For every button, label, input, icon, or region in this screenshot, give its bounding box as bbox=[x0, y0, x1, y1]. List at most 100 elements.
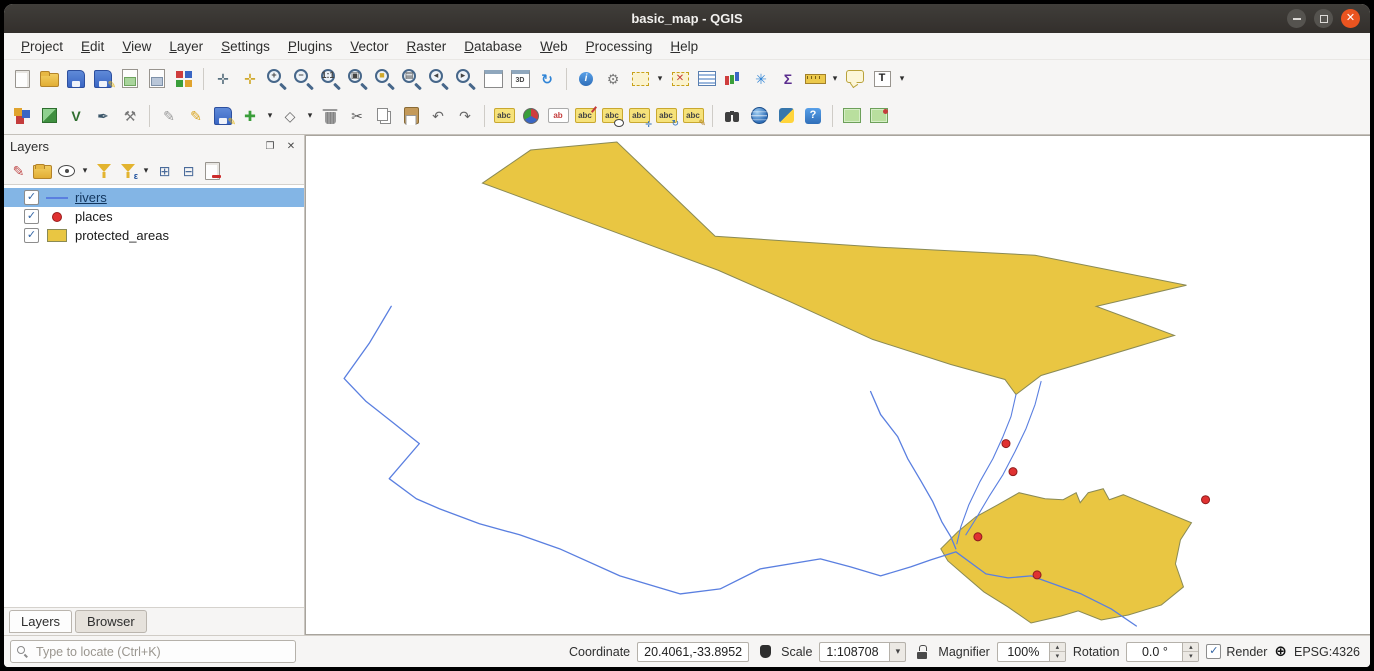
crs-status[interactable]: EPSG:4326 bbox=[1294, 645, 1360, 659]
map-tips-icon[interactable] bbox=[842, 66, 868, 92]
render-checkbox[interactable] bbox=[1206, 644, 1221, 659]
expand-all-icon[interactable]: ⊞ bbox=[153, 159, 176, 182]
data-source-manager-icon[interactable] bbox=[9, 103, 35, 129]
run-feature-action-icon[interactable]: ⚙ bbox=[600, 66, 626, 92]
paste-features-icon[interactable] bbox=[398, 103, 424, 129]
current-edits-icon[interactable]: ✎ bbox=[156, 103, 182, 129]
scale-lock-icon[interactable] bbox=[913, 642, 931, 662]
measure-dropdown[interactable] bbox=[829, 66, 841, 92]
zoom-native-icon[interactable]: 1:1 bbox=[318, 66, 344, 92]
statistical-summary-icon[interactable]: Σ bbox=[775, 66, 801, 92]
new-3d-map-view-icon[interactable]: 3D bbox=[507, 66, 533, 92]
layer-checkbox[interactable] bbox=[24, 228, 39, 243]
render-toggle[interactable]: Render bbox=[1206, 644, 1267, 659]
zoom-in-icon[interactable]: + bbox=[264, 66, 290, 92]
menu-item[interactable]: Database bbox=[455, 35, 531, 58]
locator-input[interactable] bbox=[34, 644, 289, 660]
magnifier-spinbox[interactable] bbox=[997, 642, 1066, 662]
new-spatialite-layer-icon[interactable]: ✒ bbox=[90, 103, 116, 129]
copy-features-icon[interactable] bbox=[371, 103, 397, 129]
layer-labeling-icon[interactable]: abc bbox=[491, 103, 517, 129]
redo-icon[interactable]: ↷ bbox=[452, 103, 478, 129]
identify-features-icon[interactable]: i bbox=[573, 66, 599, 92]
pan-to-selection-icon[interactable]: ✛ bbox=[237, 66, 263, 92]
locator-bar[interactable] bbox=[10, 640, 296, 663]
save-project-icon[interactable] bbox=[63, 66, 89, 92]
save-layer-edits-icon[interactable]: ✎ bbox=[210, 103, 236, 129]
minimize-button[interactable] bbox=[1287, 9, 1306, 28]
save-project-as-icon[interactable]: ✎ bbox=[90, 66, 116, 92]
manage-map-themes-icon[interactable] bbox=[55, 159, 78, 182]
highlight-labels-icon[interactable]: ab bbox=[545, 103, 571, 129]
show-hide-labels-icon[interactable]: abc bbox=[599, 103, 625, 129]
new-print-layout-icon[interactable] bbox=[117, 66, 143, 92]
green-map-plugin-icon[interactable] bbox=[839, 103, 865, 129]
menu-item[interactable]: Processing bbox=[577, 35, 662, 58]
toggle-editing-icon[interactable]: ✎ bbox=[183, 103, 209, 129]
help-contents-icon[interactable]: ? bbox=[800, 103, 826, 129]
add-group-icon[interactable] bbox=[31, 159, 54, 182]
open-attribute-table-icon[interactable] bbox=[694, 66, 720, 92]
tab-layers[interactable]: Layers bbox=[9, 610, 72, 633]
new-geopackage-layer-icon[interactable] bbox=[36, 103, 62, 129]
python-console-icon[interactable] bbox=[773, 103, 799, 129]
menu-item[interactable]: Plugins bbox=[279, 35, 341, 58]
change-label-icon[interactable]: abc bbox=[680, 103, 706, 129]
filter-expression-dropdown[interactable] bbox=[140, 158, 152, 184]
select-features-dropdown[interactable] bbox=[654, 66, 666, 92]
zoom-next-icon[interactable]: ▸ bbox=[453, 66, 479, 92]
open-project-icon[interactable] bbox=[36, 66, 62, 92]
menu-item[interactable]: Settings bbox=[212, 35, 279, 58]
binoculars-icon[interactable] bbox=[719, 103, 745, 129]
zoom-last-icon[interactable]: ◂ bbox=[426, 66, 452, 92]
new-virtual-layer-icon[interactable]: ⚒ bbox=[117, 103, 143, 129]
new-shapefile-layer-icon[interactable]: V bbox=[63, 103, 89, 129]
menu-item[interactable]: Layer bbox=[160, 35, 212, 58]
style-manager-icon[interactable] bbox=[171, 66, 197, 92]
layer-item-protected-areas[interactable]: protected_areas bbox=[4, 226, 304, 245]
close-panel-icon[interactable] bbox=[284, 141, 298, 152]
layout-manager-icon[interactable] bbox=[144, 66, 170, 92]
tab-browser[interactable]: Browser bbox=[75, 610, 147, 633]
magnifier-input[interactable] bbox=[997, 642, 1049, 662]
scale-dropdown-icon[interactable] bbox=[889, 642, 906, 662]
move-label-icon[interactable]: abc bbox=[626, 103, 652, 129]
zoom-out-icon[interactable]: − bbox=[291, 66, 317, 92]
float-panel-icon[interactable] bbox=[263, 141, 277, 152]
select-features-icon[interactable] bbox=[627, 66, 653, 92]
pan-map-icon[interactable]: ✛ bbox=[210, 66, 236, 92]
menu-item[interactable]: Edit bbox=[72, 35, 113, 58]
close-button[interactable] bbox=[1341, 9, 1360, 28]
menu-item[interactable]: Project bbox=[12, 35, 72, 58]
options-icon[interactable]: ✳ bbox=[748, 66, 774, 92]
spinner-arrows-icon[interactable] bbox=[1182, 642, 1199, 662]
zoom-full-icon[interactable]: ▣ bbox=[345, 66, 371, 92]
add-feature-dropdown[interactable] bbox=[264, 103, 276, 129]
rotate-label-icon[interactable]: abc bbox=[653, 103, 679, 129]
new-project-icon[interactable] bbox=[9, 66, 35, 92]
filter-legend-icon[interactable] bbox=[92, 159, 115, 182]
refresh-icon[interactable]: ↻ bbox=[534, 66, 560, 92]
deselect-features-icon[interactable]: ✕ bbox=[667, 66, 693, 92]
red-map-plugin-icon[interactable] bbox=[866, 103, 892, 129]
annotation-dropdown[interactable] bbox=[896, 66, 908, 92]
layer-item-places[interactable]: places bbox=[4, 207, 304, 226]
text-annotation-icon[interactable]: T bbox=[869, 66, 895, 92]
scale-input[interactable] bbox=[819, 642, 889, 662]
menu-item[interactable]: Web bbox=[531, 35, 577, 58]
map-themes-dropdown[interactable] bbox=[79, 158, 91, 184]
title-bar[interactable]: basic_map - QGIS bbox=[4, 4, 1370, 33]
coordinate-input[interactable] bbox=[637, 642, 749, 662]
field-calculator-icon[interactable] bbox=[721, 66, 747, 92]
zoom-to-selection-icon[interactable]: ■ bbox=[372, 66, 398, 92]
scale-combobox[interactable] bbox=[819, 642, 906, 662]
vertex-tool-dropdown[interactable] bbox=[304, 103, 316, 129]
add-feature-icon[interactable]: ✚ bbox=[237, 103, 263, 129]
remove-layer-icon[interactable] bbox=[201, 159, 224, 182]
rotation-spinbox[interactable] bbox=[1126, 642, 1199, 662]
layer-checkbox[interactable] bbox=[24, 190, 39, 205]
menu-item[interactable]: Vector bbox=[341, 35, 397, 58]
vertex-tool-icon[interactable]: ◇ bbox=[277, 103, 303, 129]
measure-icon[interactable] bbox=[802, 66, 828, 92]
menu-item[interactable]: Help bbox=[661, 35, 707, 58]
